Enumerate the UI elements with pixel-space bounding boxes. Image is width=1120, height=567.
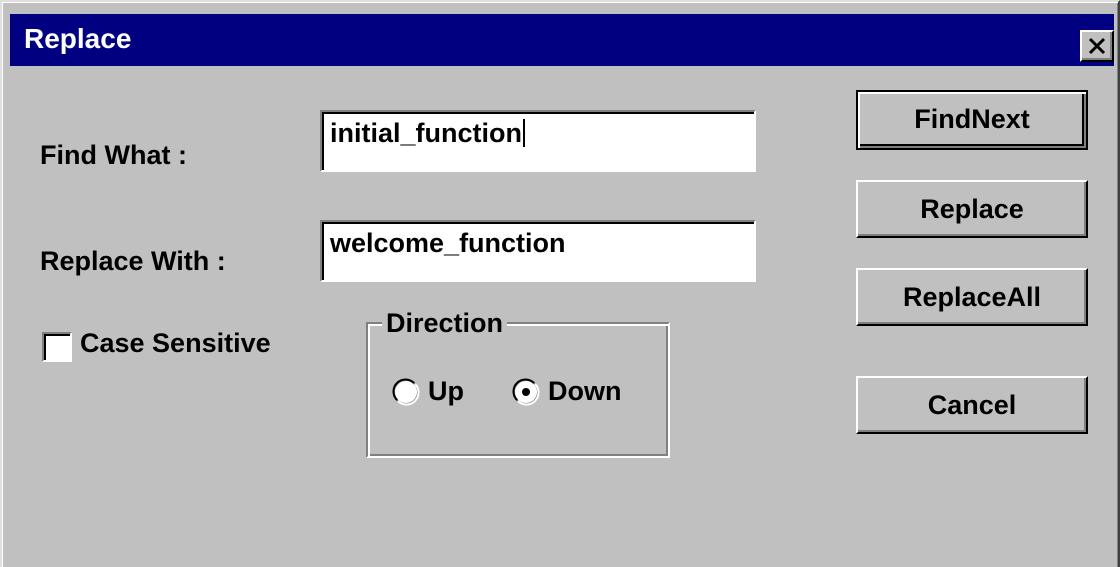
case-sensitive-label[interactable]: Case Sensitive — [80, 328, 271, 359]
close-icon — [1088, 37, 1106, 55]
close-button[interactable] — [1080, 30, 1114, 62]
case-sensitive-checkbox[interactable] — [42, 332, 72, 362]
replace-button[interactable]: Replace — [856, 180, 1088, 238]
find-what-value: initial_function — [330, 118, 522, 148]
direction-down-label[interactable]: Down — [548, 376, 622, 407]
direction-legend: Direction — [382, 308, 508, 339]
text-caret — [523, 119, 525, 147]
direction-up-radio[interactable] — [392, 378, 420, 406]
replace-with-label: Replace With : — [40, 246, 226, 276]
direction-down-radio[interactable] — [512, 378, 540, 406]
replace-with-input[interactable]: welcome_function — [320, 220, 756, 282]
direction-up-label[interactable]: Up — [428, 376, 464, 407]
cancel-button[interactable]: Cancel — [856, 376, 1088, 434]
replace-all-button[interactable]: ReplaceAll — [856, 268, 1088, 326]
find-what-input[interactable]: initial_function — [320, 110, 756, 172]
title-bar[interactable]: Replace — [10, 14, 1114, 66]
find-what-label: Find What : — [40, 140, 187, 170]
window-title: Replace — [24, 23, 132, 54]
replace-dialog: Replace Find What : initial_function Rep… — [0, 0, 1120, 567]
find-next-button[interactable]: FindNext — [856, 90, 1088, 150]
replace-with-value: welcome_function — [330, 228, 566, 258]
